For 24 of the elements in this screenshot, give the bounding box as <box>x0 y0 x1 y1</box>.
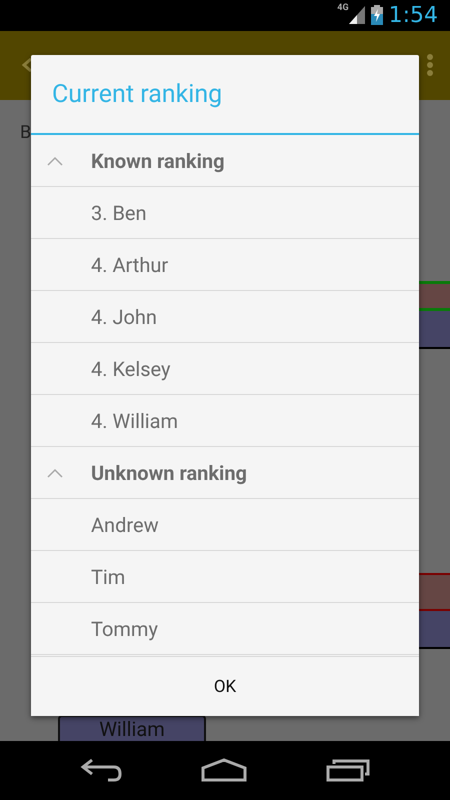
ranking-item[interactable]: 4. Kelsey <box>31 343 419 395</box>
signal-icon <box>348 6 365 24</box>
section-header[interactable]: Unknown ranking <box>31 447 419 499</box>
ranking-item[interactable]: 4. William <box>31 395 419 447</box>
section-title: Unknown ranking <box>91 460 247 484</box>
recent-apps-icon[interactable] <box>326 758 370 782</box>
network-label: 4G <box>337 3 349 13</box>
ranking-item[interactable]: 4. John <box>31 291 419 343</box>
ranking-item[interactable]: Tommy <box>31 603 419 655</box>
battery-charging-icon <box>370 5 383 26</box>
ranking-item[interactable]: Andrew <box>31 499 419 551</box>
back-icon[interactable] <box>80 758 122 782</box>
back-caret-icon[interactable] <box>22 58 32 72</box>
dialog-title: Current ranking <box>31 55 419 135</box>
section-header[interactable]: Known ranking <box>31 135 419 187</box>
ranking-item[interactable]: Tim <box>31 551 419 603</box>
ranking-item[interactable]: 4. Arthur <box>31 239 419 291</box>
ok-button[interactable]: OK <box>31 656 419 716</box>
clock-time: 1:54 <box>388 2 438 28</box>
section-title: Known ranking <box>91 148 225 172</box>
home-icon[interactable] <box>200 758 247 782</box>
label-text: B <box>20 122 32 143</box>
name-tag: William <box>58 714 206 741</box>
ranking-item[interactable]: 3. Ben <box>31 187 419 239</box>
